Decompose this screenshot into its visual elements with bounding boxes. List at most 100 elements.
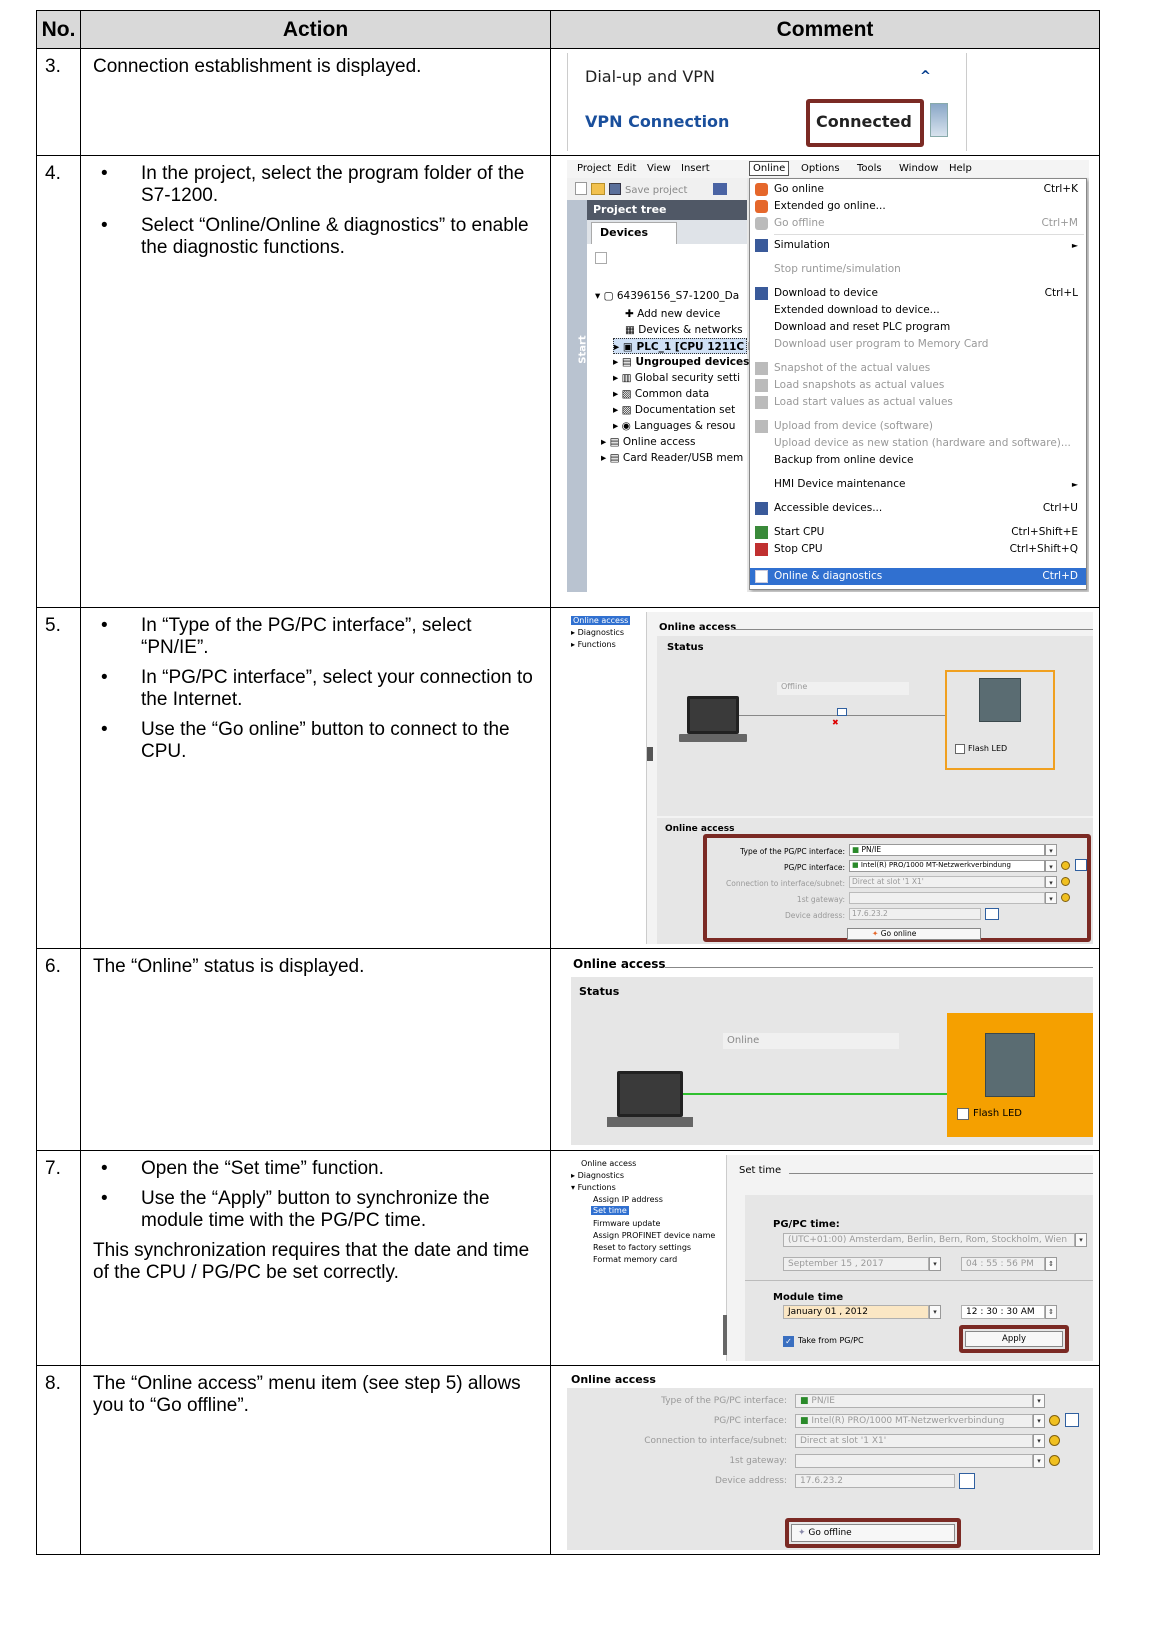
nav-online-access[interactable]: Online access: [571, 616, 631, 625]
take-from-pg-checkbox[interactable]: ✓: [783, 1336, 794, 1347]
dropdown-arrow-icon[interactable]: ▾: [929, 1305, 941, 1319]
shield-icon[interactable]: [1061, 861, 1070, 870]
menuitem-upload-software[interactable]: Upload from device (software): [750, 418, 1086, 435]
menuitem-start-cpu[interactable]: Start CPU Ctrl+Shift+E: [750, 524, 1086, 541]
pg-interface-select[interactable]: ■ Intel(R) PRO/1000 MT-Netzwerkverbindun…: [849, 860, 1045, 872]
flash-led-checkbox[interactable]: [955, 744, 965, 754]
dropdown-arrow-icon[interactable]: ▾: [1045, 892, 1057, 904]
gateway-select[interactable]: [795, 1454, 1033, 1468]
module-date-field[interactable]: January 01 , 2012: [783, 1305, 929, 1319]
save-project-label[interactable]: Save project: [625, 185, 687, 196]
menuitem-online-diagnostics[interactable]: Online & diagnostics Ctrl+D: [750, 568, 1086, 585]
shield-icon[interactable]: [1061, 893, 1070, 902]
dropdown-arrow-icon[interactable]: ▾: [1045, 844, 1057, 856]
menuitem-stop-runtime[interactable]: Stop runtime/simulation: [750, 261, 1086, 278]
go-offline-button[interactable]: ✦ Go offline: [791, 1524, 955, 1542]
menu-view[interactable]: View: [647, 163, 671, 174]
menuitem-download-reset[interactable]: Download and reset PLC program: [750, 319, 1086, 336]
nav-reset[interactable]: Reset to factory settings: [593, 1243, 691, 1252]
pg-clock-field[interactable]: 04 : 55 : 56 PM: [961, 1257, 1045, 1271]
menuitem-hmi-maintenance[interactable]: HMI Device maintenance ►: [750, 476, 1086, 493]
devices-tab[interactable]: Devices: [591, 222, 677, 244]
tree-common-data[interactable]: ▸ ▧ Common data: [613, 386, 709, 402]
nav-format[interactable]: Format memory card: [593, 1255, 677, 1264]
pg-date-field[interactable]: September 15 , 2017: [783, 1257, 929, 1271]
gateway-select[interactable]: [849, 892, 1045, 904]
tree-project-root[interactable]: ▾ ▢ 64396156_S7-1200_Da: [595, 288, 739, 304]
dropdown-arrow-icon[interactable]: ▾: [1033, 1454, 1045, 1468]
tree-documentation[interactable]: ▸ ▨ Documentation set: [613, 402, 735, 418]
menuitem-go-online[interactable]: Go online Ctrl+K: [750, 181, 1086, 198]
shield-icon[interactable]: [1049, 1435, 1060, 1446]
menuitem-load-snapshots[interactable]: Load snapshots as actual values: [750, 377, 1086, 394]
print-icon[interactable]: [713, 183, 727, 195]
menu-window[interactable]: Window: [899, 163, 938, 174]
nav-diagnostics[interactable]: ▸ Diagnostics: [571, 628, 624, 637]
menuitem-go-offline[interactable]: Go offline Ctrl+M: [750, 215, 1086, 232]
menuitem-download-to-device[interactable]: Download to device Ctrl+L: [750, 285, 1086, 302]
menuitem-load-start-values[interactable]: Load start values as actual values: [750, 394, 1086, 411]
module-clock-field[interactable]: 12 : 30 : 30 AM: [961, 1305, 1045, 1319]
spinner-icon[interactable]: ⇕: [1045, 1305, 1057, 1319]
menuitem-extended-go-online[interactable]: Extended go online...: [750, 198, 1086, 215]
shield-icon[interactable]: [1061, 877, 1070, 886]
dropdown-arrow-icon[interactable]: ▾: [1033, 1414, 1045, 1428]
tree-plc1[interactable]: ▸ ▣ PLC_1 [CPU 1211C D: [613, 338, 757, 354]
collapse-caret-icon[interactable]: ^: [920, 69, 931, 84]
type-interface-select[interactable]: ■ PN/IE: [849, 844, 1045, 856]
tree-online-access[interactable]: ▸ ▤ Online access: [601, 434, 695, 450]
splitter-handle[interactable]: [723, 1315, 727, 1355]
menuitem-upload-new-station[interactable]: Upload device as new station (hardware a…: [750, 435, 1086, 452]
vpn-connection-label[interactable]: VPN Connection: [585, 112, 729, 131]
flash-led-checkbox[interactable]: [957, 1108, 969, 1120]
nav-profinet-name[interactable]: Assign PROFINET device name: [593, 1231, 715, 1240]
tree-card-reader[interactable]: ▸ ▤ Card Reader/USB mem: [601, 450, 743, 466]
nav-firmware[interactable]: Firmware update: [593, 1219, 660, 1228]
go-online-button[interactable]: ✦ Go online: [847, 928, 981, 940]
type-interface-select[interactable]: ■ PN/IE: [795, 1394, 1033, 1408]
properties-icon[interactable]: [1065, 1413, 1079, 1427]
menu-help[interactable]: Help: [949, 163, 972, 174]
dropdown-arrow-icon[interactable]: ▾: [1045, 860, 1057, 872]
nav-diagnostics[interactable]: ▸ Diagnostics: [571, 1171, 624, 1180]
nav-functions[interactable]: ▾ Functions: [571, 1183, 616, 1192]
device-address-field[interactable]: 17.6.23.2: [795, 1474, 955, 1488]
dropdown-arrow-icon[interactable]: ▾: [1075, 1233, 1087, 1247]
dropdown-arrow-icon[interactable]: ▾: [1045, 876, 1057, 888]
menu-insert[interactable]: Insert: [681, 163, 710, 174]
tree-view-icon[interactable]: [595, 252, 607, 264]
menu-tools[interactable]: Tools: [857, 163, 882, 174]
menu-edit[interactable]: Edit: [617, 163, 636, 174]
menuitem-backup[interactable]: Backup from online device: [750, 452, 1086, 469]
menuitem-simulation[interactable]: Simulation ►: [750, 237, 1086, 254]
dropdown-arrow-icon[interactable]: ▾: [929, 1257, 941, 1271]
menuitem-snapshot[interactable]: Snapshot of the actual values: [750, 360, 1086, 377]
connection-subnet-select[interactable]: Direct at slot '1 X1': [849, 876, 1045, 888]
tree-global-security[interactable]: ▸ ▥ Global security setti: [613, 370, 740, 386]
pg-interface-select[interactable]: ■ Intel(R) PRO/1000 MT-Netzwerkverbindun…: [795, 1414, 1033, 1428]
connection-subnet-select[interactable]: Direct at slot '1 X1': [795, 1434, 1033, 1448]
timezone-field[interactable]: (UTC+01:00) Amsterdam, Berlin, Bern, Rom…: [783, 1233, 1075, 1247]
new-project-icon[interactable]: [575, 182, 587, 195]
menu-online[interactable]: Online: [749, 161, 790, 176]
dropdown-arrow-icon[interactable]: ▾: [1033, 1394, 1045, 1408]
tree-devices-networks[interactable]: ▦ Devices & networks: [625, 322, 743, 338]
accessible-devices-icon[interactable]: [985, 908, 999, 920]
nav-functions[interactable]: ▸ Functions: [571, 640, 616, 649]
menuitem-accessible-devices[interactable]: Accessible devices... Ctrl+U: [750, 500, 1086, 517]
save-icon[interactable]: [609, 183, 621, 195]
menu-options[interactable]: Options: [801, 163, 840, 174]
splitter-handle[interactable]: [647, 747, 653, 761]
nav-set-time[interactable]: Set time: [591, 1206, 629, 1215]
spinner-icon[interactable]: ⇕: [1045, 1257, 1057, 1271]
nav-online-access[interactable]: Online access: [581, 1159, 636, 1168]
properties-icon[interactable]: [1075, 859, 1087, 871]
accessible-devices-icon[interactable]: [959, 1473, 975, 1489]
shield-icon[interactable]: [1049, 1415, 1060, 1426]
dropdown-arrow-icon[interactable]: ▾: [1033, 1434, 1045, 1448]
tree-ungrouped[interactable]: ▸ ▤ Ungrouped devices: [613, 354, 749, 370]
menu-project[interactable]: Project: [577, 163, 611, 174]
tree-add-device[interactable]: ✚ Add new device: [625, 306, 720, 322]
menuitem-stop-cpu[interactable]: Stop CPU Ctrl+Shift+Q: [750, 541, 1086, 558]
menuitem-extended-download[interactable]: Extended download to device...: [750, 302, 1086, 319]
